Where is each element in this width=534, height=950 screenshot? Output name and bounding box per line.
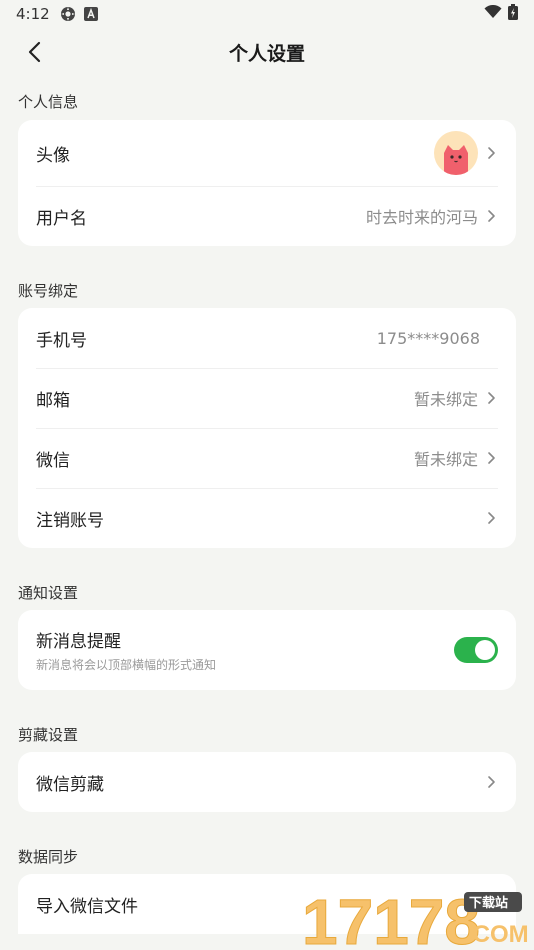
username-label: 用户名	[36, 208, 87, 229]
account-binding-card: 手机号 175****9068 邮箱 暂未绑定 微信 暂未绑定 注销账号	[18, 308, 516, 548]
phone-row: 手机号 175****9068	[18, 308, 516, 368]
username-value: 时去时来的河马	[365, 208, 478, 227]
avatar[interactable]	[434, 131, 478, 175]
avatar-row[interactable]: 头像	[18, 120, 516, 186]
chevron-right-icon	[484, 775, 498, 789]
wifi-icon	[484, 4, 502, 23]
cat-avatar-icon	[444, 145, 468, 175]
notification-card: 新消息提醒 新消息将会以顶部横幅的形式通知	[18, 610, 516, 690]
watermark-suffix: .COM	[466, 921, 528, 948]
email-label: 邮箱	[36, 390, 70, 411]
wechat-clip-row[interactable]: 微信剪藏	[18, 752, 516, 812]
new-message-text: 新消息提醒 新消息将会以顶部横幅的形式通知	[36, 627, 216, 673]
new-message-row: 新消息提醒 新消息将会以顶部横幅的形式通知	[18, 610, 516, 690]
chevron-right-icon	[484, 511, 498, 525]
watermark-number: 17178	[302, 886, 480, 948]
section-label-sync: 数据同步	[18, 848, 79, 866]
back-icon[interactable]	[24, 40, 48, 64]
wechat-label: 微信	[36, 450, 70, 471]
new-message-label: 新消息提醒	[36, 632, 121, 652]
section-label-notify: 通知设置	[18, 584, 79, 602]
username-row[interactable]: 用户名 时去时来的河马	[18, 186, 516, 246]
section-label-clip: 剪藏设置	[18, 726, 79, 744]
new-message-subtitle: 新消息将会以顶部横幅的形式通知	[36, 658, 217, 672]
page-title: 个人设置	[228, 42, 305, 65]
a-box-icon	[83, 7, 98, 21]
wechat-clip-label: 微信剪藏	[36, 774, 104, 795]
chevron-right-icon	[484, 209, 498, 223]
personal-info-card: 头像 用户名 时去时来的河马	[18, 120, 516, 246]
battery-icon	[508, 4, 518, 24]
phone-value: 175****9068	[376, 328, 480, 348]
chevron-right-icon	[484, 146, 498, 160]
site-watermark: 17178 下载站 .COM	[300, 884, 529, 950]
settings-gear-icon	[60, 6, 76, 22]
watermark-logo: 17178 下载站 .COM	[302, 886, 529, 950]
status-bar: 4:12	[0, 0, 534, 28]
status-time: 4:12	[16, 5, 50, 23]
clip-settings-card: 微信剪藏	[18, 752, 516, 812]
phone-label: 手机号	[36, 330, 87, 351]
cancel-account-label: 注销账号	[36, 510, 104, 531]
cancel-account-row[interactable]: 注销账号	[18, 488, 516, 548]
wechat-row[interactable]: 微信 暂未绑定	[18, 428, 516, 488]
top-nav: 个人设置	[0, 30, 534, 74]
chevron-right-icon	[484, 451, 498, 465]
email-row[interactable]: 邮箱 暂未绑定	[18, 368, 516, 428]
section-label-personal: 个人信息	[18, 93, 79, 111]
section-label-account: 账号绑定	[18, 282, 79, 300]
new-message-toggle[interactable]	[454, 637, 498, 663]
wechat-value: 暂未绑定	[413, 450, 478, 469]
avatar-label: 头像	[36, 145, 70, 166]
toggle-knob	[475, 640, 495, 660]
watermark-badge: 下载站	[469, 895, 508, 911]
email-value: 暂未绑定	[413, 390, 478, 409]
import-wechat-file-label: 导入微信文件	[36, 896, 138, 917]
chevron-right-icon	[484, 391, 498, 405]
